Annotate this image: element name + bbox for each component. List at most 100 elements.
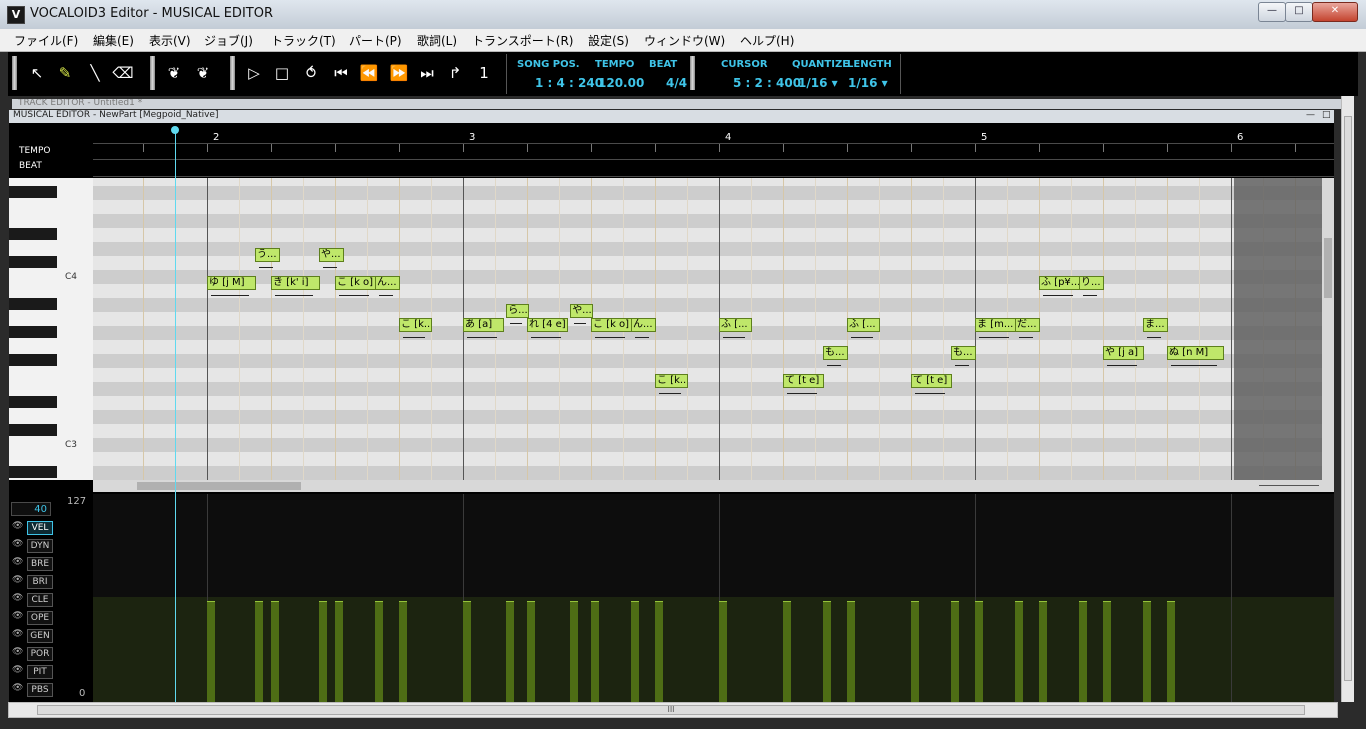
note[interactable]: ぬ [n M] [1167, 346, 1224, 360]
control-graph[interactable] [93, 494, 1334, 703]
note[interactable]: ま [m... [975, 318, 1016, 332]
window-vertical-scroll-thumb[interactable] [1344, 116, 1352, 681]
velocity-bar[interactable] [570, 601, 579, 703]
measure-ruler[interactable]: 2 3 4 5 6 [93, 124, 1334, 178]
editor-minimize-button[interactable]: — [1306, 110, 1315, 120]
eye-icon[interactable]: 👁 [12, 521, 23, 531]
note[interactable]: ま... [1143, 318, 1168, 332]
minimize-button[interactable]: — [1258, 2, 1286, 22]
velocity-bar[interactable] [335, 601, 343, 703]
menu-settings[interactable]: 設定(S) [588, 32, 629, 49]
piano-roll-horizontal-scrollbar[interactable] [93, 480, 1334, 492]
param-button-gen[interactable]: GEN [27, 629, 53, 643]
stop-icon[interactable]: □ [271, 61, 293, 85]
zoom-slider[interactable] [1259, 485, 1319, 486]
eye-icon[interactable]: 👁 [12, 665, 23, 675]
note[interactable]: も... [951, 346, 976, 360]
velocity-bar[interactable] [1103, 601, 1111, 703]
menu-transport[interactable]: トランスポート(R) [472, 32, 573, 49]
note[interactable]: て [t e] [911, 374, 952, 388]
close-button[interactable]: ✕ [1312, 2, 1358, 22]
note[interactable]: こ [k o] [591, 318, 632, 332]
piano-roll-vertical-scrollbar[interactable] [1322, 178, 1334, 480]
velocity-bar[interactable] [506, 601, 515, 703]
velocity-bar[interactable] [951, 601, 959, 703]
param-button-ope[interactable]: OPE [27, 611, 53, 625]
param-button-cle[interactable]: CLE [27, 593, 53, 607]
note[interactable]: ん... [631, 318, 656, 332]
menu-lyrics[interactable]: 歌詞(L) [417, 32, 457, 49]
note[interactable]: こ [k o] [335, 276, 376, 290]
velocity-bar[interactable] [527, 601, 535, 703]
pointer-tool-icon[interactable]: ↖ [26, 61, 48, 85]
note[interactable]: こ [k... [399, 318, 432, 332]
velocity-bar[interactable] [823, 601, 831, 703]
pencil-tool-icon[interactable]: ✎ [54, 61, 76, 85]
note[interactable]: ゆ [j M] [207, 276, 256, 290]
velocity-bar[interactable] [1143, 601, 1151, 703]
window-horizontal-scroll-thumb[interactable]: III [37, 705, 1305, 715]
toolbar-grip[interactable] [150, 56, 155, 90]
param-button-vel[interactable]: VEL [27, 521, 53, 535]
editor-maximize-button[interactable]: □ [1322, 110, 1331, 120]
note[interactable]: だ... [1015, 318, 1040, 332]
note[interactable]: ふ [... [847, 318, 880, 332]
go-start-icon[interactable]: ⏮ [330, 61, 352, 85]
vertical-scroll-thumb[interactable] [1324, 238, 1332, 298]
velocity-bar[interactable] [655, 601, 663, 703]
velocity-bar[interactable] [463, 601, 471, 703]
eye-icon[interactable]: 👁 [12, 593, 23, 603]
fast-forward-icon[interactable]: ⏩ [388, 61, 410, 85]
menu-view[interactable]: 表示(V) [149, 32, 191, 49]
line-tool-icon[interactable]: ╲ [84, 61, 106, 85]
velocity-bar[interactable] [399, 601, 407, 703]
control-value-field[interactable]: 40 [11, 502, 51, 516]
velocity-bar[interactable] [255, 601, 263, 703]
note[interactable]: き [k' i] [271, 276, 320, 290]
toolbar-grip[interactable] [690, 56, 695, 90]
quantize-select[interactable]: 1/16 ▾ [798, 76, 838, 90]
velocity-bar[interactable] [719, 601, 727, 703]
toolbar-grip[interactable] [12, 56, 17, 90]
velocity-bar[interactable] [1039, 601, 1047, 703]
loop-icon[interactable]: ⥀ [300, 61, 322, 85]
eye-icon[interactable]: 👁 [12, 557, 23, 567]
velocity-bar[interactable] [207, 601, 215, 703]
length-select[interactable]: 1/16 ▾ [848, 76, 888, 90]
eraser-tool-icon[interactable]: ⌫ [112, 61, 134, 85]
velocity-bar[interactable] [1015, 601, 1023, 703]
eye-icon[interactable]: 👁 [12, 683, 23, 693]
window-horizontal-scrollbar[interactable]: III [8, 702, 1338, 718]
velocity-bar[interactable] [783, 601, 791, 703]
eye-icon[interactable]: 👁 [12, 647, 23, 657]
param-button-bri[interactable]: BRI [27, 575, 53, 589]
window-vertical-scrollbar[interactable] [1341, 96, 1354, 702]
note[interactable]: う... [255, 248, 280, 262]
rewind-icon[interactable]: ⏪ [358, 61, 380, 85]
vibrato-edit-icon[interactable]: ❦ [192, 61, 214, 85]
horizontal-scroll-thumb[interactable] [137, 482, 301, 490]
menu-file[interactable]: ファイル(F) [14, 32, 78, 49]
note[interactable]: あ [a] [463, 318, 504, 332]
beat-value[interactable]: 4/4 [666, 76, 687, 90]
note[interactable]: や [j a] [1103, 346, 1144, 360]
vibrato-tool-icon[interactable]: ❦ [163, 61, 185, 85]
tempo-value[interactable]: 120.00 [598, 76, 644, 90]
velocity-bar[interactable] [631, 601, 639, 703]
velocity-bar[interactable] [1167, 601, 1175, 703]
eye-icon[interactable]: 👁 [12, 629, 23, 639]
musical-editor-titlebar[interactable]: MUSICAL EDITOR - NewPart [Megpoid_Native… [9, 110, 1334, 123]
note[interactable]: れ [4 e] [527, 318, 568, 332]
piano-keyboard[interactable]: C4 C3 [9, 178, 94, 480]
end-marker-icon[interactable]: 1 [473, 61, 495, 85]
note[interactable]: り... [1079, 276, 1104, 290]
start-marker-icon[interactable]: ↱ [444, 61, 466, 85]
param-button-bre[interactable]: BRE [27, 557, 53, 571]
note[interactable]: ら... [506, 304, 530, 318]
menu-help[interactable]: ヘルプ(H) [740, 32, 794, 49]
toolbar-grip[interactable] [230, 56, 235, 90]
velocity-bar[interactable] [375, 601, 383, 703]
velocity-bar[interactable] [1079, 601, 1087, 703]
note[interactable]: や... [570, 304, 594, 318]
note[interactable]: ん... [375, 276, 400, 290]
